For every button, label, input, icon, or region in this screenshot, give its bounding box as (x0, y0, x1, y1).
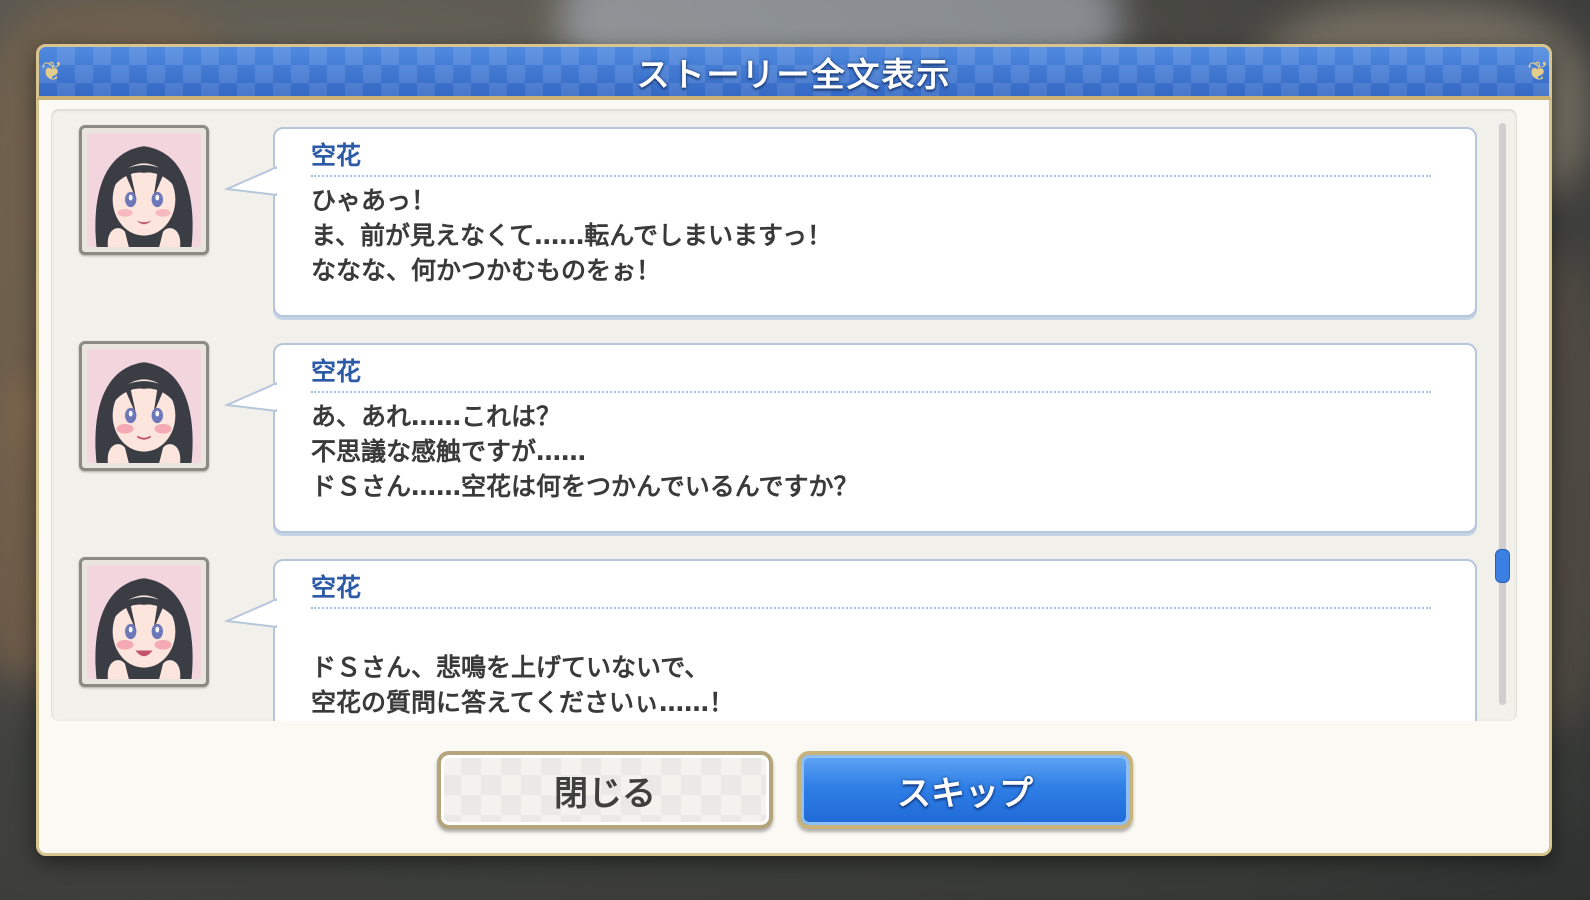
dialogue-line: ひゃあっ！ (311, 186, 437, 215)
dialogue-line: あ、あれ……これは？ (311, 402, 562, 431)
dialogue-bubble: 空花 あ、あれ……これは？ 不思議な感触ですが…… ドＳさん……空花は何をつかん… (225, 343, 1477, 533)
character-portrait-icon (79, 341, 209, 471)
character-portrait-icon (79, 557, 209, 687)
dialogue-line: ま、前が見えなくて……転んでしまいますっ！ (311, 221, 833, 250)
close-button[interactable]: 閉じる (437, 751, 773, 829)
scrollbar-thumb[interactable] (1495, 549, 1510, 583)
character-portrait-icon (79, 125, 209, 255)
dialogue-line: 不思議な感触ですが…… (311, 437, 587, 466)
story-log-scroll-area[interactable]: 空花 ひゃあっ！ ま、前が見えなくて……転んでしまいますっ！ ななな、何かつかむ… (51, 109, 1517, 721)
scrollbar-track[interactable] (1495, 123, 1510, 705)
speaker-name: 空花 (311, 139, 1431, 177)
corner-ornament-icon: ❦ (1527, 57, 1549, 87)
speaker-name: 空花 (311, 571, 1431, 609)
dialogue-line (311, 615, 1431, 650)
dialogue-line: 空花の質問に答えてくださいぃ……！ (311, 688, 735, 717)
dialog-title: ストーリー全文表示 (636, 54, 952, 94)
dialog-header: ❦ ストーリー全文表示 ❦ (36, 44, 1552, 100)
log-entry: 空花 ドＳさん、悲鳴を上げていないで、 空花の質問に答えてくださいぃ……！ (51, 555, 1491, 721)
skip-button[interactable]: スキップ (797, 751, 1133, 829)
log-entry: 空花 あ、あれ……これは？ 不思議な感触ですが…… ドＳさん……空花は何をつかん… (51, 339, 1491, 539)
dialogue-bubble: 空花 ドＳさん、悲鳴を上げていないで、 空花の質問に答えてくださいぃ……！ (225, 559, 1477, 721)
log-entry: 空花 ひゃあっ！ ま、前が見えなくて……転んでしまいますっ！ ななな、何かつかむ… (51, 123, 1491, 323)
corner-ornament-icon: ❦ (41, 57, 63, 87)
speaker-name: 空花 (311, 355, 1431, 393)
dialogue-line: ドＳさん……空花は何をつかんでいるんですか？ (311, 472, 859, 501)
dialogue-line: ドＳさん、悲鳴を上げていないで、 (311, 653, 710, 682)
dialogue-bubble: 空花 ひゃあっ！ ま、前が見えなくて……転んでしまいますっ！ ななな、何かつかむ… (225, 127, 1477, 317)
dialogue-line: ななな、何かつかむものをぉ！ (311, 256, 662, 285)
story-log-dialog: ❦ ストーリー全文表示 ❦ 空花 ひゃあっ！ ま、前が見えなくて……転んでしまい… (36, 44, 1552, 856)
